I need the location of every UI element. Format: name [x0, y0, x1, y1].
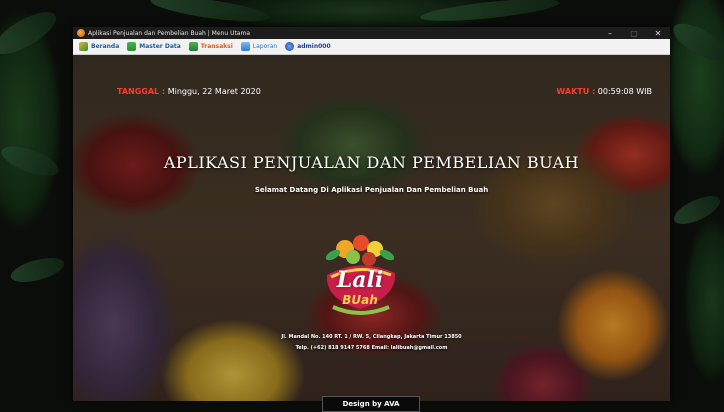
minimize-button[interactable]: – [598, 27, 622, 39]
content-overlay: TANGGAL : Minggu, 22 Maret 2020 WAKTU : … [73, 55, 670, 401]
logo-text-lali: Lali [336, 267, 384, 293]
cart-icon [188, 42, 198, 51]
app-icon [77, 29, 85, 37]
lali-buah-logo: Lali BUah [309, 227, 411, 323]
home-icon [79, 42, 88, 51]
page-title: APLIKASI PENJUALAN DAN PEMBELIAN BUAH [163, 153, 580, 172]
user-icon [285, 42, 295, 51]
address-text: Jl. Mandal No. 140 RT. 1 / RW. 5, Cilang… [281, 334, 462, 340]
maximize-button[interactable]: ▢ [622, 27, 646, 39]
contact-text: Telp. (+62) 818 9147 5768 Email: lalibua… [295, 345, 448, 351]
menu-bar: Beranda Master Data Transaksi Laporan ad… [73, 39, 670, 55]
report-icon [240, 42, 250, 51]
palm-leaf [670, 190, 724, 230]
database-icon [127, 42, 137, 51]
palm-leaf [149, 0, 271, 27]
menu-master-data-label: Master Data [139, 43, 181, 50]
date-label: TANGGAL : [117, 87, 166, 96]
time-value: 00:59:08 WIB [597, 87, 652, 96]
palm-leaf [419, 0, 561, 26]
palm-leaf [0, 4, 62, 62]
main-window: Aplikasi Penjualan dan Pembelian Buah | … [73, 27, 670, 401]
menu-laporan-label: Laporan [252, 43, 278, 50]
menu-admin-label: admin000 [297, 43, 331, 50]
time-label: WAKTU : [556, 87, 596, 96]
welcome-text: Selamat Datang Di Aplikasi Penjualan Dan… [254, 186, 489, 194]
palm-leaf [8, 253, 67, 287]
menu-beranda[interactable]: Beranda [79, 42, 119, 51]
logo-text-buah: BUah [342, 293, 378, 307]
palm-leaf [0, 140, 62, 182]
close-button[interactable]: ✕ [646, 27, 670, 39]
time-display: WAKTU : 00:59:08 WIB [556, 87, 652, 96]
menu-transaksi-label: Transaksi [200, 43, 233, 50]
menu-laporan[interactable]: Laporan [240, 42, 278, 51]
menu-master-data[interactable]: Master Data [127, 42, 181, 51]
menu-admin[interactable]: admin000 [285, 42, 331, 51]
menu-transaksi[interactable]: Transaksi [188, 42, 233, 51]
menu-beranda-label: Beranda [91, 43, 120, 50]
date-value: Minggu, 22 Maret 2020 [167, 87, 261, 96]
palm-leaf [668, 16, 724, 68]
window-title: Aplikasi Penjualan dan Pembelian Buah | … [88, 29, 251, 37]
main-content: TANGGAL : Minggu, 22 Maret 2020 WAKTU : … [73, 55, 670, 401]
title-bar[interactable]: Aplikasi Penjualan dan Pembelian Buah | … [73, 27, 670, 39]
date-display: TANGGAL : Minggu, 22 Maret 2020 [117, 87, 261, 96]
